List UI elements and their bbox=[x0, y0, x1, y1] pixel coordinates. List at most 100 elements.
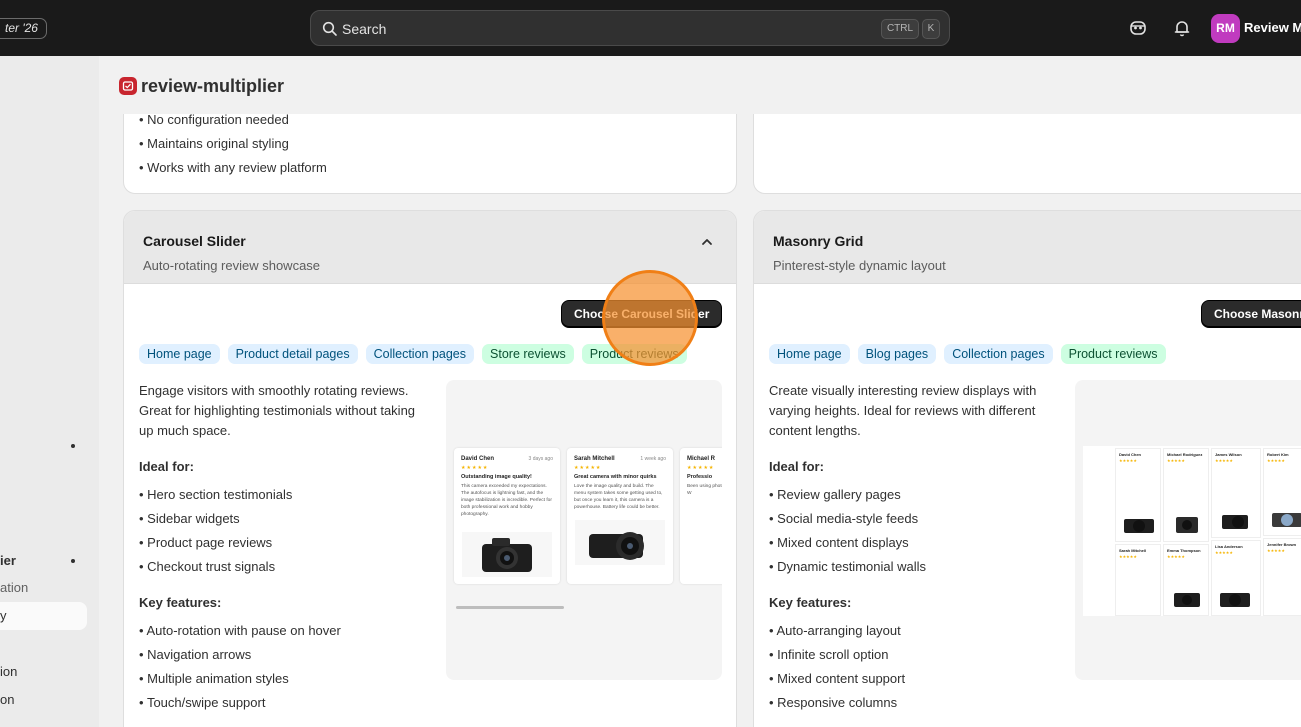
card-subtitle: Pinterest-style dynamic layout bbox=[773, 258, 946, 273]
tag: Blog pages bbox=[857, 344, 937, 364]
preview-tile: James Wilson ★★★★★ bbox=[1211, 448, 1261, 538]
shortcut-ctrl-key: CTRL bbox=[881, 19, 919, 39]
card-title: Carousel Slider bbox=[143, 233, 246, 249]
tag: Collection pages bbox=[365, 344, 475, 364]
list-item: Mixed content displays bbox=[769, 531, 926, 555]
tag: Home page bbox=[769, 344, 850, 364]
star-rating: ★★★★★ bbox=[461, 465, 489, 471]
list-item: Multiple animation styles bbox=[139, 667, 341, 691]
reviewer-name: David Chen bbox=[461, 456, 495, 462]
preview-scrollbar[interactable] bbox=[456, 606, 564, 609]
masonry-grid-preview: David Chen ★★★★★ Michael Rodriguez ★★★★★ J… bbox=[1083, 446, 1301, 616]
ideal-heading: Ideal for: bbox=[139, 459, 194, 474]
camera-image bbox=[462, 532, 552, 577]
ideal-list: Hero section testimonials Sidebar widget… bbox=[139, 483, 292, 579]
preview-review-card: Sarah Mitchell 1 week ago ★★★★★ Great ca… bbox=[567, 448, 673, 584]
list-item: Checkout trust signals bbox=[139, 555, 292, 579]
sidekick-icon[interactable] bbox=[1128, 18, 1148, 38]
features-list: Auto-rotation with pause on hover Naviga… bbox=[139, 619, 341, 715]
preview-review-card: David Chen 3 days ago ★★★★★ Outstanding … bbox=[454, 448, 560, 584]
list-item: • Maintains original styling bbox=[139, 136, 289, 151]
layout-card-previous: • No configuration needed • Maintains or… bbox=[123, 100, 737, 194]
tag-list: Home page Blog pages Collection pages Pr… bbox=[769, 344, 1166, 364]
app-header: review-multiplier bbox=[99, 56, 1301, 114]
star-rating: ★★★★★ bbox=[574, 465, 602, 471]
list-item: Touch/swipe support bbox=[139, 691, 341, 715]
list-item: Auto-arranging layout bbox=[769, 619, 905, 643]
sidebar: ier ation y ion on bbox=[0, 56, 99, 727]
review-text: Been using photograph as a pro of mind. … bbox=[687, 484, 722, 496]
review-headline: Outstanding image quality! bbox=[461, 474, 532, 480]
list-item: Mixed content support bbox=[769, 667, 905, 691]
search-input[interactable]: Search CTRL K bbox=[310, 10, 950, 46]
reviewer-name: Sarah Mitchell bbox=[574, 456, 615, 462]
search-placeholder: Search bbox=[342, 21, 387, 37]
top-bar: ter '26 Search CTRL K RM Review Mu bbox=[0, 0, 1301, 56]
ideal-heading: Ideal for: bbox=[769, 459, 824, 474]
preview-tile: Sarah Mitchell ★★★★★ bbox=[1115, 544, 1161, 616]
camera-image bbox=[1272, 513, 1301, 527]
card-header[interactable]: Masonry Grid Pinterest-style dynamic lay… bbox=[754, 211, 1301, 284]
sidebar-dot bbox=[71, 559, 75, 563]
preview-tile: Robert Kim ★★★★★ bbox=[1263, 448, 1301, 536]
chevron-up-icon[interactable] bbox=[700, 235, 714, 249]
sidebar-item-sub-3[interactable]: ion bbox=[0, 664, 17, 679]
page-title: review-multiplier bbox=[141, 76, 285, 96]
camera-image bbox=[575, 520, 665, 565]
camera-image bbox=[1124, 519, 1154, 533]
sidebar-item-apps[interactable]: ier bbox=[0, 553, 16, 568]
feature-list: • No configuration needed • Maintains or… bbox=[139, 108, 327, 180]
search-icon bbox=[322, 21, 337, 36]
choose-masonry-grid-button[interactable]: Choose Masonry Grid bbox=[1201, 300, 1301, 328]
list-item: Infinite scroll option bbox=[769, 643, 905, 667]
masonry-preview: David Chen ★★★★★ Michael Rodriguez ★★★★★ J… bbox=[1075, 380, 1301, 680]
list-item: Dynamic testimonial walls bbox=[769, 555, 926, 579]
layout-card-previous-right bbox=[753, 100, 1301, 194]
preview-tile: Jennifer Brown ★★★★★ bbox=[1263, 538, 1301, 616]
camera-image bbox=[1222, 515, 1248, 529]
list-item: Product page reviews bbox=[139, 531, 292, 555]
preview-tile: David Chen ★★★★★ bbox=[1115, 448, 1161, 542]
list-item: Auto-rotation with pause on hover bbox=[139, 619, 340, 643]
review-date: 3 days ago bbox=[528, 456, 553, 462]
preview-review-card: Michael R ★★★★★ Professio Been using pho… bbox=[680, 448, 722, 584]
tag: Collection pages bbox=[944, 344, 1053, 364]
tag: Store reviews bbox=[482, 344, 574, 364]
list-item: Hero section testimonials bbox=[139, 483, 292, 507]
list-item: Navigation arrows bbox=[139, 643, 341, 667]
sidebar-dot bbox=[71, 444, 75, 448]
features-heading: Key features: bbox=[769, 595, 852, 610]
list-item: Responsive columns bbox=[769, 691, 905, 715]
sidebar-active-item[interactable] bbox=[0, 602, 87, 630]
review-date: 1 week ago bbox=[640, 456, 666, 462]
ideal-list: Review gallery pages Social media-style … bbox=[769, 483, 926, 579]
tag: Product detail pages bbox=[227, 344, 358, 364]
tag: Product reviews bbox=[1060, 344, 1166, 364]
camera-image bbox=[1220, 593, 1250, 607]
bell-icon[interactable] bbox=[1172, 18, 1192, 38]
tag: Home page bbox=[139, 344, 220, 364]
click-indicator bbox=[602, 270, 698, 366]
sidebar-item-sub-1[interactable]: ation bbox=[0, 580, 28, 595]
list-item: Social media-style feeds bbox=[769, 507, 926, 531]
card-title: Masonry Grid bbox=[773, 233, 864, 249]
card-description: Engage visitors with smoothly rotating r… bbox=[139, 383, 416, 438]
list-item: Review gallery pages bbox=[769, 483, 926, 507]
features-heading: Key features: bbox=[139, 595, 222, 610]
avatar[interactable]: RM bbox=[1211, 14, 1240, 43]
star-rating: ★★★★★ bbox=[687, 465, 715, 471]
features-list: Auto-arranging layout Infinite scroll op… bbox=[769, 619, 905, 715]
review-headline: Great camera with minor quirks bbox=[574, 474, 657, 480]
preview-tile: Emma Thompson ★★★★★ bbox=[1163, 544, 1209, 616]
user-name[interactable]: Review Mu bbox=[1244, 20, 1301, 35]
sidebar-item-sub-4[interactable]: on bbox=[0, 692, 14, 707]
preview-tile: Michael Rodriguez ★★★★★ bbox=[1163, 448, 1209, 542]
store-badge[interactable]: ter '26 bbox=[0, 18, 47, 39]
review-text: Love the image quality and build. The me… bbox=[574, 484, 663, 510]
camera-image bbox=[1176, 517, 1198, 533]
sidebar-item-sub-2[interactable]: y bbox=[0, 608, 7, 623]
shortcut-k-key: K bbox=[922, 19, 940, 39]
list-item: • Works with any review platform bbox=[139, 160, 327, 175]
preview-tile: Lisa Anderson ★★★★★ bbox=[1211, 540, 1261, 616]
review-headline: Professio bbox=[687, 474, 713, 480]
